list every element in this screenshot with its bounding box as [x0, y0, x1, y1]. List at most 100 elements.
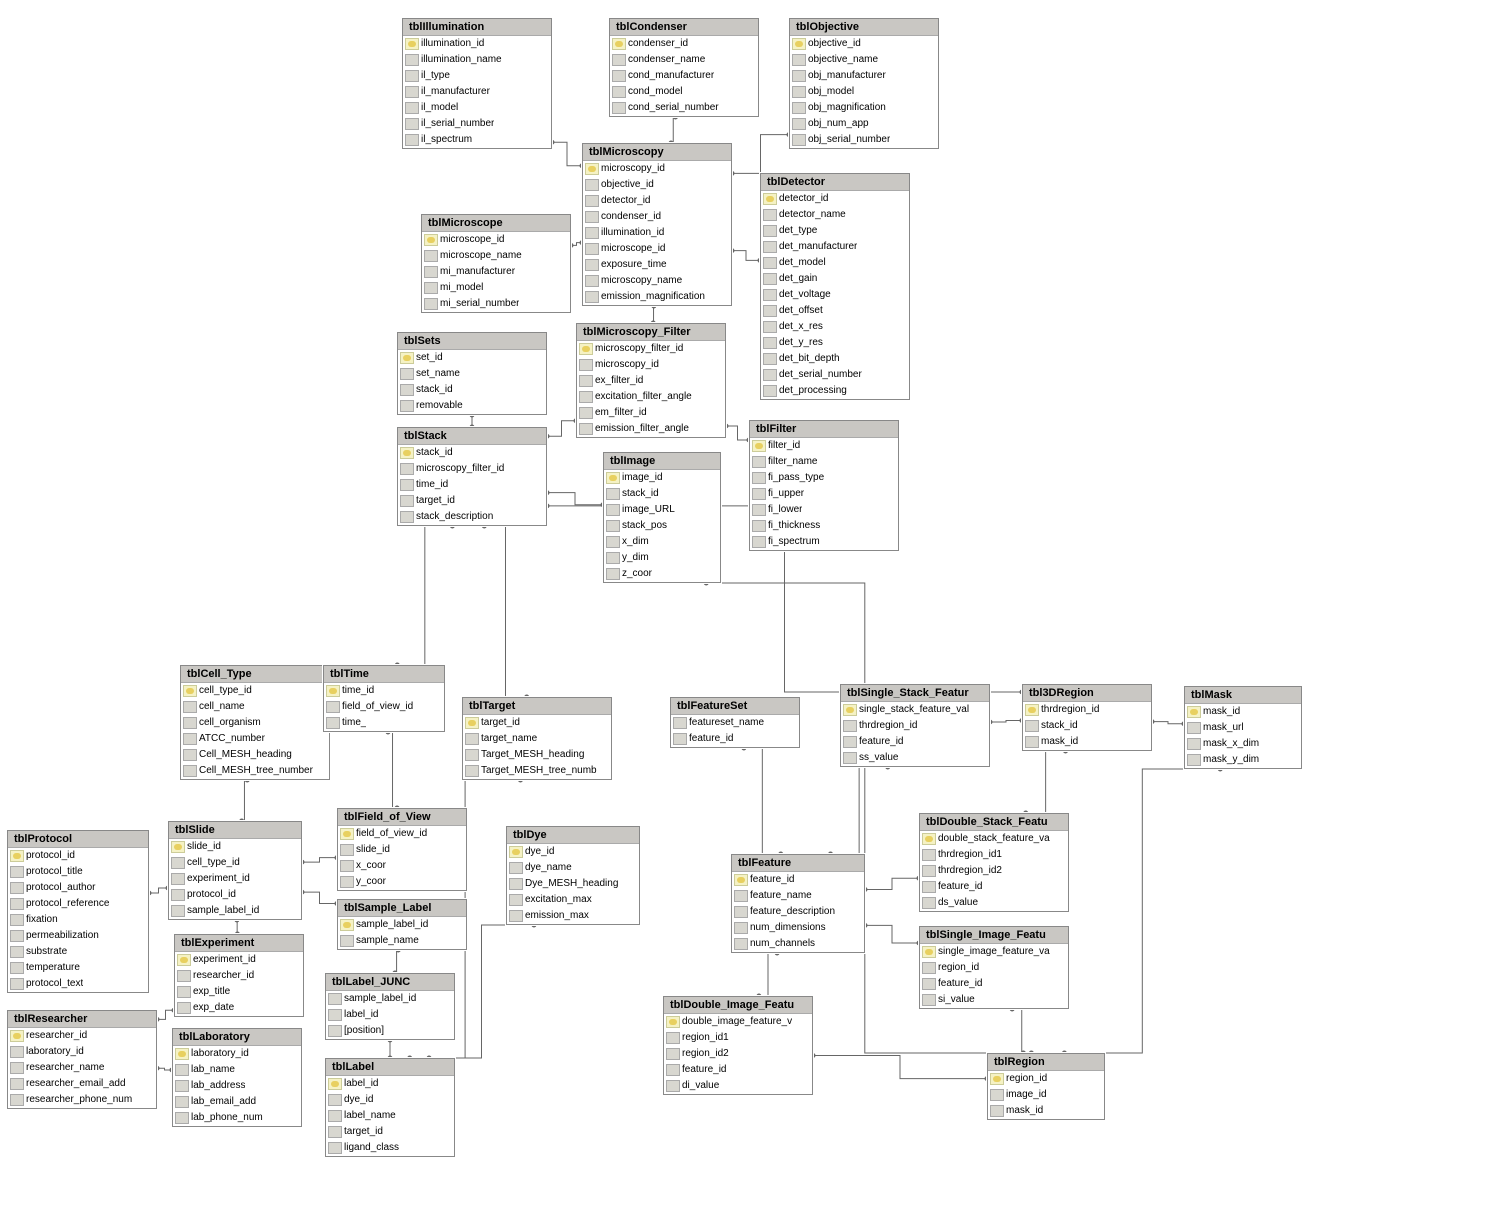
column-row[interactable]: cond_serial_number	[610, 100, 758, 116]
table-tblStack[interactable]: tblStackstack_idmicroscopy_filter_idtime…	[397, 427, 547, 526]
column-row[interactable]: target_name	[463, 731, 611, 747]
column-row[interactable]: mi_model	[422, 280, 570, 296]
column-row[interactable]: thrdregion_id	[1023, 702, 1151, 718]
table-title[interactable]: tblDouble_Image_Featu	[664, 997, 812, 1014]
column-row[interactable]: illumination_id	[403, 36, 551, 52]
column-row[interactable]: microscopy_filter_id	[398, 461, 546, 477]
column-row[interactable]: thrdregion_id1	[920, 847, 1068, 863]
table-title[interactable]: tblCell_Type	[181, 666, 329, 683]
column-row[interactable]: objective_id	[583, 177, 731, 193]
column-row[interactable]: feature_id	[920, 879, 1068, 895]
column-row[interactable]: thrdregion_id	[841, 718, 989, 734]
column-row[interactable]: researcher_email_add	[8, 1076, 156, 1092]
table-title[interactable]: tblDouble_Stack_Featu	[920, 814, 1068, 831]
column-row[interactable]: filter_id	[750, 438, 898, 454]
column-row[interactable]: il_spectrum	[403, 132, 551, 148]
column-row[interactable]: slide_id	[338, 842, 466, 858]
column-row[interactable]: microscope_id	[583, 241, 731, 257]
column-row[interactable]: detector_id	[583, 193, 731, 209]
table-title[interactable]: tblDye	[507, 827, 639, 844]
column-row[interactable]: ss_value	[841, 750, 989, 766]
table-tblCondenser[interactable]: tblCondensercondenser_idcondenser_nameco…	[609, 18, 759, 117]
table-tblSingle_Stack_Featur[interactable]: tblSingle_Stack_Featursingle_stack_featu…	[840, 684, 990, 767]
table-tblDye[interactable]: tblDyedye_iddye_nameDye_MESH_headingexci…	[506, 826, 640, 925]
column-row[interactable]: sample_label_id	[326, 991, 454, 1007]
table-tblSingle_Image_Featu[interactable]: tblSingle_Image_Featusingle_image_featur…	[919, 926, 1069, 1009]
column-row[interactable]: emission_magnification	[583, 289, 731, 305]
column-row[interactable]: sample_name	[338, 933, 466, 949]
column-row[interactable]: ligand_class	[326, 1140, 454, 1156]
column-row[interactable]: det_x_res	[761, 319, 909, 335]
column-row[interactable]: region_id	[920, 960, 1068, 976]
column-row[interactable]: microscope_name	[422, 248, 570, 264]
column-row[interactable]: region_id1	[664, 1030, 812, 1046]
table-title[interactable]: tblLaboratory	[173, 1029, 301, 1046]
column-row[interactable]: excitation_max	[507, 892, 639, 908]
column-row[interactable]: obj_num_app	[790, 116, 938, 132]
table-tblLaboratory[interactable]: tblLaboratorylaboratory_idlab_namelab_ad…	[172, 1028, 302, 1127]
column-row[interactable]: target_id	[326, 1124, 454, 1140]
column-row[interactable]: target_id	[398, 493, 546, 509]
column-row[interactable]: thrdregion_id2	[920, 863, 1068, 879]
table-tblIllumination[interactable]: tblIlluminationillumination_idilluminati…	[402, 18, 552, 149]
column-row[interactable]: field_of_view_id	[324, 699, 444, 715]
column-row[interactable]: fi_thickness	[750, 518, 898, 534]
column-row[interactable]: feature_name	[732, 888, 864, 904]
table-title[interactable]: tblCondenser	[610, 19, 758, 36]
table-title[interactable]: tblImage	[604, 453, 720, 470]
column-row[interactable]: mask_y_dim	[1185, 752, 1301, 768]
column-row[interactable]: objective_id	[790, 36, 938, 52]
table-tblRegion[interactable]: tblRegionregion_idimage_idmask_id	[987, 1053, 1105, 1120]
column-row[interactable]: cell_organism	[181, 715, 329, 731]
table-tblTarget[interactable]: tblTargettarget_idtarget_nameTarget_MESH…	[462, 697, 612, 780]
column-row[interactable]: dye_id	[507, 844, 639, 860]
column-row[interactable]: exp_title	[175, 984, 303, 1000]
column-row[interactable]: [position]	[326, 1023, 454, 1039]
column-row[interactable]: Dye_MESH_heading	[507, 876, 639, 892]
table-title[interactable]: tblIllumination	[403, 19, 551, 36]
column-row[interactable]: cell_type_id	[181, 683, 329, 699]
table-title[interactable]: tblStack	[398, 428, 546, 445]
column-row[interactable]: time_id	[324, 683, 444, 699]
column-row[interactable]: microscopy_id	[577, 357, 725, 373]
column-row[interactable]: condenser_id	[583, 209, 731, 225]
column-row[interactable]: emission_max	[507, 908, 639, 924]
table-title[interactable]: tblSingle_Stack_Featur	[841, 685, 989, 702]
table-tblLabel_JUNC[interactable]: tblLabel_JUNCsample_label_idlabel_id[pos…	[325, 973, 455, 1040]
table-title[interactable]: tblFeatureSet	[671, 698, 799, 715]
column-row[interactable]: microscopy_filter_id	[577, 341, 725, 357]
column-row[interactable]: time_id	[398, 477, 546, 493]
column-row[interactable]: protocol_author	[8, 880, 148, 896]
column-row[interactable]: substrate	[8, 944, 148, 960]
column-row[interactable]: laboratory_id	[173, 1046, 301, 1062]
column-row[interactable]: image_id	[604, 470, 720, 486]
column-row[interactable]: experiment_id	[175, 952, 303, 968]
table-tblObjective[interactable]: tblObjectiveobjective_idobjective_nameob…	[789, 18, 939, 149]
table-tblSets[interactable]: tblSetsset_idset_namestack_idremovable	[397, 332, 547, 415]
column-row[interactable]: em_filter_id	[577, 405, 725, 421]
column-row[interactable]: protocol_id	[169, 887, 301, 903]
table-tblDetector[interactable]: tblDetectordetector_iddetector_namedet_t…	[760, 173, 910, 400]
table-tblProtocol[interactable]: tblProtocolprotocol_idprotocol_titleprot…	[7, 830, 149, 993]
column-row[interactable]: stack_description	[398, 509, 546, 525]
table-title[interactable]: tblDetector	[761, 174, 909, 191]
column-row[interactable]: feature_id	[732, 872, 864, 888]
column-row[interactable]: si_value	[920, 992, 1068, 1008]
column-row[interactable]: single_image_feature_va	[920, 944, 1068, 960]
column-row[interactable]: il_model	[403, 100, 551, 116]
column-row[interactable]: obj_serial_number	[790, 132, 938, 148]
column-row[interactable]: image_id	[988, 1087, 1104, 1103]
table-tblSample_Label[interactable]: tblSample_Labelsample_label_idsample_nam…	[337, 899, 467, 950]
column-row[interactable]: mask_url	[1185, 720, 1301, 736]
table-title[interactable]: tblFilter	[750, 421, 898, 438]
table-title[interactable]: tblMicroscope	[422, 215, 570, 232]
table-tblFilter[interactable]: tblFilterfilter_idfilter_namefi_pass_typ…	[749, 420, 899, 551]
column-row[interactable]: ds_value	[920, 895, 1068, 911]
column-row[interactable]: experiment_id	[169, 871, 301, 887]
table-title[interactable]: tblLabel	[326, 1059, 454, 1076]
table-title[interactable]: tblMask	[1185, 687, 1301, 704]
column-row[interactable]: temperature	[8, 960, 148, 976]
column-row[interactable]: z_coor	[604, 566, 720, 582]
column-row[interactable]: microscopy_name	[583, 273, 731, 289]
table-title[interactable]: tblProtocol	[8, 831, 148, 848]
